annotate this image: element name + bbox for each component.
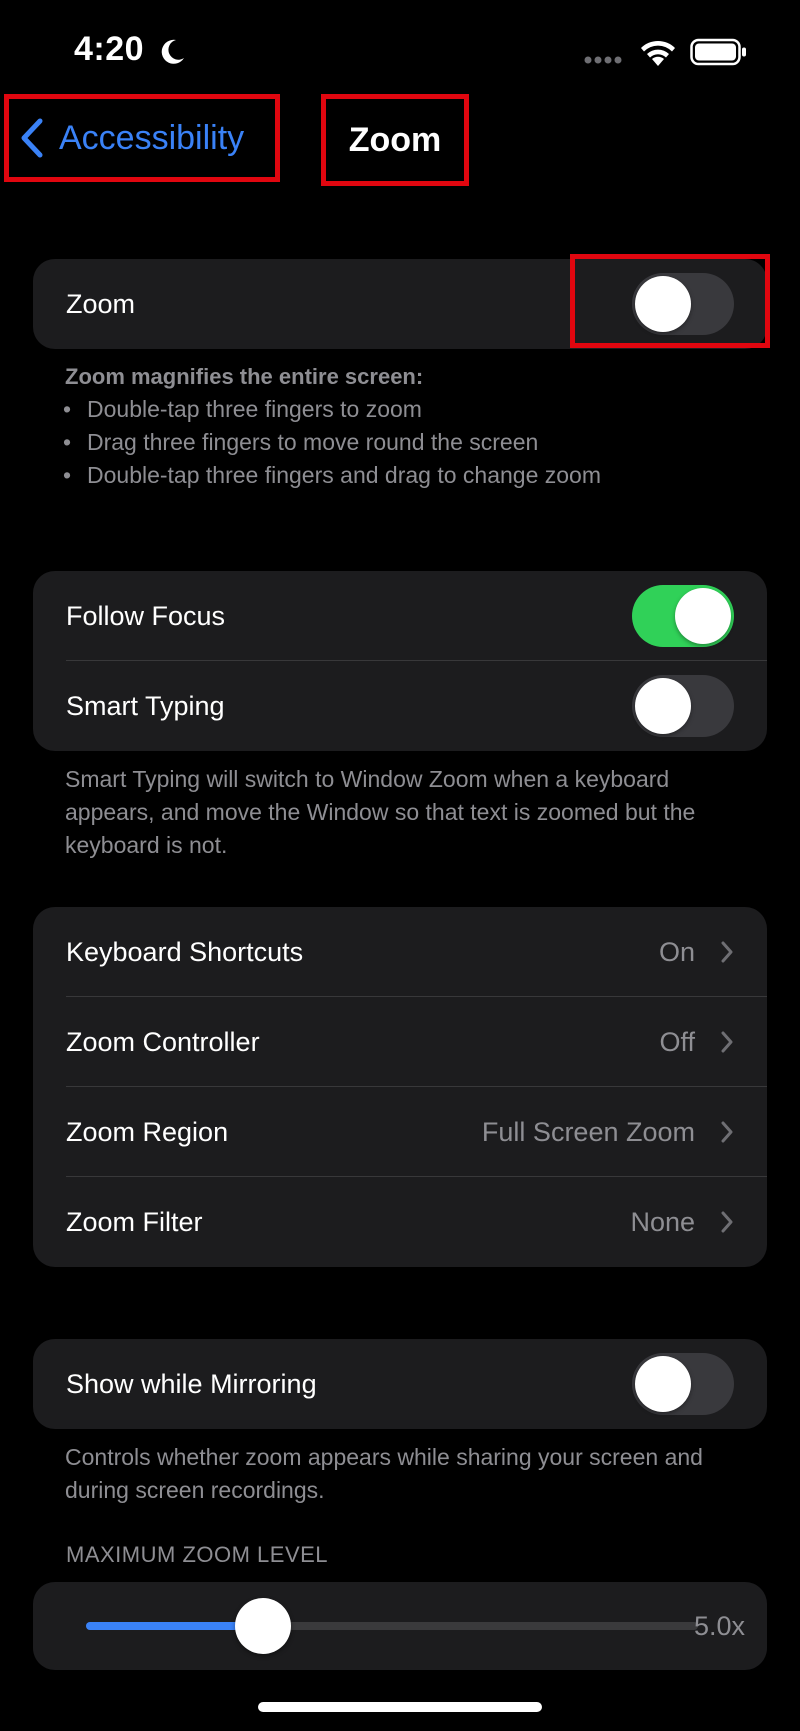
toggle-knob bbox=[635, 1356, 691, 1412]
show-while-mirroring-toggle[interactable] bbox=[632, 1353, 734, 1415]
smart-typing-row: Smart Typing bbox=[33, 661, 767, 751]
max-zoom-value: 5.0x bbox=[693, 1610, 745, 1641]
zoom-row: Zoom bbox=[33, 259, 767, 349]
focus-group: Follow Focus Smart Typing bbox=[33, 571, 767, 751]
zoom-controller-value: Off bbox=[659, 1026, 695, 1057]
battery-icon bbox=[690, 38, 746, 66]
zoom-note: Zoom magnifies the entire screen: Double… bbox=[63, 360, 745, 492]
chevron-right-icon bbox=[721, 941, 733, 963]
max-zoom-row: 5.0x bbox=[33, 1582, 767, 1670]
smart-typing-toggle[interactable] bbox=[632, 675, 734, 737]
max-zoom-slider[interactable] bbox=[86, 1598, 698, 1654]
keyboard-shortcuts-value: On bbox=[658, 936, 695, 967]
status-time: 4:20 bbox=[74, 30, 145, 68]
zoom-note-bullet: Double-tap three fingers to zoom bbox=[63, 393, 745, 426]
toggle-knob bbox=[635, 276, 691, 332]
show-while-mirroring-row: Show while Mirroring bbox=[33, 1339, 767, 1429]
zoom-note-title: Zoom magnifies the entire screen: bbox=[65, 364, 424, 389]
back-button-label: Accessibility bbox=[59, 118, 245, 157]
smart-typing-note: Smart Typing will switch to Window Zoom … bbox=[65, 766, 696, 858]
zoom-note-bullet: Double-tap three fingers and drag to cha… bbox=[63, 459, 745, 492]
zoom-region-row[interactable]: Zoom Region Full Screen Zoom bbox=[33, 1087, 767, 1177]
smart-typing-label: Smart Typing bbox=[66, 690, 225, 721]
home-indicator bbox=[258, 1702, 542, 1712]
mirroring-note: Controls whether zoom appears while shar… bbox=[65, 1444, 703, 1503]
cellular-dots-icon bbox=[584, 56, 622, 64]
mirroring-group: Show while Mirroring bbox=[33, 1339, 767, 1429]
zoom-controller-label: Zoom Controller bbox=[66, 1026, 260, 1057]
zoom-filter-row[interactable]: Zoom Filter None bbox=[33, 1177, 767, 1267]
keyboard-shortcuts-row[interactable]: Keyboard Shortcuts On bbox=[33, 907, 767, 997]
chevron-right-icon bbox=[721, 1031, 733, 1053]
max-zoom-header: MAXIMUM ZOOM LEVEL bbox=[66, 1542, 329, 1567]
chevron-right-icon bbox=[721, 1121, 733, 1143]
zoom-region-label: Zoom Region bbox=[66, 1116, 229, 1147]
page-title: Zoom bbox=[348, 120, 442, 159]
zoom-note-bullet: Drag three fingers to move round the scr… bbox=[63, 426, 745, 459]
chevron-left-icon bbox=[21, 118, 43, 158]
zoom-region-value: Full Screen Zoom bbox=[481, 1116, 695, 1147]
toggle-knob bbox=[635, 678, 691, 734]
follow-focus-row: Follow Focus bbox=[33, 571, 767, 661]
toggle-knob bbox=[675, 588, 731, 644]
zoom-label: Zoom bbox=[66, 288, 136, 319]
show-while-mirroring-label: Show while Mirroring bbox=[66, 1368, 317, 1399]
back-button[interactable]: Accessibility bbox=[4, 94, 280, 182]
options-group: Keyboard Shortcuts On Zoom Controller Of… bbox=[33, 907, 767, 1267]
zoom-controller-row[interactable]: Zoom Controller Off bbox=[33, 997, 767, 1087]
max-zoom-group: 5.0x bbox=[33, 1582, 767, 1670]
status-bar: 4:20 bbox=[0, 0, 800, 100]
zoom-toggle[interactable] bbox=[632, 273, 734, 335]
zoom-filter-value: None bbox=[630, 1206, 695, 1237]
follow-focus-toggle[interactable] bbox=[632, 585, 734, 647]
page-title-box: Zoom bbox=[321, 94, 469, 186]
moon-icon bbox=[161, 39, 184, 64]
zoom-group: Zoom bbox=[33, 259, 767, 349]
zoom-filter-label: Zoom Filter bbox=[66, 1206, 203, 1237]
keyboard-shortcuts-label: Keyboard Shortcuts bbox=[66, 936, 304, 967]
slider-thumb[interactable] bbox=[235, 1598, 292, 1654]
chevron-right-icon bbox=[721, 1211, 733, 1233]
wifi-icon bbox=[641, 40, 675, 66]
follow-focus-label: Follow Focus bbox=[66, 600, 226, 631]
